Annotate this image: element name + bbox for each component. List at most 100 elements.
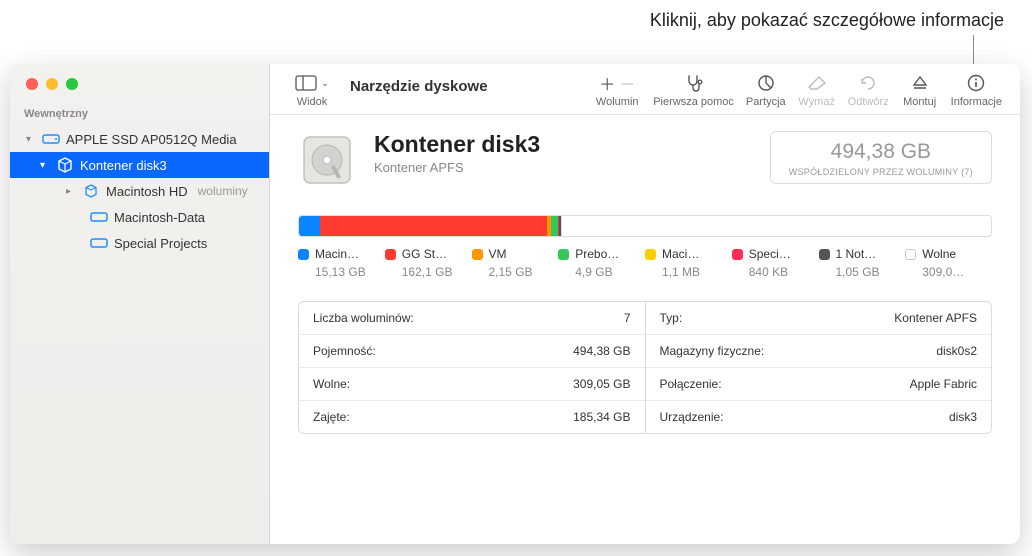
eraser-icon bbox=[807, 72, 827, 94]
toolbar-info[interactable]: Informacje bbox=[945, 72, 1008, 108]
sidebar-item-volume-data[interactable]: Macintosh-Data bbox=[10, 204, 269, 230]
toolbar-label: Wolumin bbox=[596, 96, 639, 108]
toolbar-firstaid[interactable]: Pierwsza pomoc bbox=[647, 72, 740, 108]
sidebar-item-volume-group[interactable]: ▸ Macintosh HD woluminy bbox=[10, 178, 269, 204]
usage-segment bbox=[320, 216, 547, 236]
sidebar: Wewnętrzny ▾ APPLE SSD AP0512Q Media ▾ K… bbox=[10, 64, 270, 544]
legend-item: Maci… 1,1 MB bbox=[645, 247, 732, 279]
restore-icon bbox=[859, 72, 877, 94]
sidebar-item-volume-special[interactable]: Special Projects bbox=[10, 230, 269, 256]
legend-size: 840 KB bbox=[749, 265, 811, 279]
legend-size: 309,0… bbox=[922, 265, 984, 279]
legend-size: 162,1 GB bbox=[402, 265, 464, 279]
chevron-down-icon[interactable]: ▾ bbox=[26, 134, 36, 145]
info-row: Magazyny fizyczne: disk0s2 bbox=[646, 334, 992, 367]
app-title: Narzędzie dyskowe bbox=[342, 72, 504, 95]
main-pane: ⌄ Widok Narzędzie dyskowe ＋－ Wolumin Pie… bbox=[270, 64, 1020, 544]
size-shared-label: WSPÓŁDZIELONY PRZEZ WOLUMINY (7) bbox=[789, 167, 973, 177]
sidebar-item-label: Macintosh-Data bbox=[114, 210, 205, 225]
volume-icon bbox=[90, 235, 108, 251]
info-icon bbox=[967, 72, 985, 94]
app-window: Wewnętrzny ▾ APPLE SSD AP0512Q Media ▾ K… bbox=[10, 64, 1020, 544]
legend-swatch bbox=[472, 249, 483, 260]
usage-segment bbox=[299, 216, 320, 236]
legend-size: 2,15 GB bbox=[489, 265, 551, 279]
info-row: Liczba woluminów: 7 bbox=[299, 302, 645, 334]
info-value: Kontener APFS bbox=[894, 311, 977, 325]
fullscreen-button[interactable] bbox=[66, 78, 78, 90]
legend-swatch bbox=[819, 249, 830, 260]
toolbar-label: Odtwórz bbox=[848, 96, 889, 108]
sidebar-toggle-icon: ⌄ bbox=[295, 72, 329, 94]
toolbar-restore: Odtwórz bbox=[842, 72, 895, 108]
legend-size: 1,1 MB bbox=[662, 265, 724, 279]
legend-swatch bbox=[732, 249, 743, 260]
size-value: 494,38 GB bbox=[789, 140, 973, 164]
disk-subtitle: Kontener APFS bbox=[374, 160, 540, 175]
info-col-left: Liczba woluminów:7Pojemność:494,38 GBWol… bbox=[299, 302, 646, 433]
info-key: Typ: bbox=[660, 311, 683, 325]
info-value: 494,38 GB bbox=[573, 344, 630, 358]
external-disk-icon bbox=[42, 131, 60, 147]
disk-title-block: Kontener disk3 Kontener APFS bbox=[374, 131, 540, 175]
info-value: disk0s2 bbox=[936, 344, 977, 358]
disk-header: Kontener disk3 Kontener APFS 494,38 GB W… bbox=[298, 131, 992, 189]
eject-icon bbox=[912, 72, 928, 94]
toolbar-volume[interactable]: ＋－ Wolumin bbox=[587, 72, 647, 108]
legend-name: Macin… bbox=[315, 247, 359, 261]
legend-size: 15,13 GB bbox=[315, 265, 377, 279]
toolbar-label: Widok bbox=[297, 96, 328, 108]
chevron-right-icon[interactable]: ▸ bbox=[66, 186, 76, 197]
callout-text: Kliknij, aby pokazać szczegółowe informa… bbox=[650, 10, 1004, 31]
info-col-right: Typ: Kontener APFS Magazyny fizyczne: disk0… bbox=[646, 302, 992, 433]
sidebar-item-container[interactable]: ▾ Kontener disk3 bbox=[10, 152, 269, 178]
info-key: Magazyny fizyczne: bbox=[660, 344, 765, 358]
callout-line bbox=[973, 35, 974, 65]
stethoscope-icon bbox=[684, 72, 704, 94]
info-value: Apple Fabric bbox=[910, 377, 977, 391]
legend-size: 4,9 GB bbox=[575, 265, 637, 279]
toolbar-view[interactable]: ⌄ Widok bbox=[282, 72, 342, 108]
toolbar-mount[interactable]: Montuj bbox=[895, 72, 945, 108]
window-controls bbox=[10, 64, 269, 104]
toolbar-erase: Wymaż bbox=[792, 72, 842, 108]
legend-name: Maci… bbox=[662, 247, 699, 261]
content-area: Kontener disk3 Kontener APFS 494,38 GB W… bbox=[270, 115, 1020, 544]
legend-item: Macin… 15,13 GB bbox=[298, 247, 385, 279]
sidebar-section-label: Wewnętrzny bbox=[10, 104, 269, 126]
legend-item: GG St… 162,1 GB bbox=[385, 247, 472, 279]
sidebar-item-label: Kontener disk3 bbox=[80, 158, 167, 173]
info-row: Wolne:309,05 GB bbox=[299, 367, 645, 400]
legend-name: Prebo… bbox=[575, 247, 619, 261]
toolbar-label: Pierwsza pomoc bbox=[653, 96, 734, 108]
size-box: 494,38 GB WSPÓŁDZIELONY PRZEZ WOLUMINY (… bbox=[770, 131, 992, 184]
legend-name: 1 Not… bbox=[836, 247, 877, 261]
toolbar-label: Montuj bbox=[903, 96, 936, 108]
toolbar-partition[interactable]: Partycja bbox=[740, 72, 792, 108]
sidebar-item-suffix: woluminy bbox=[198, 184, 248, 198]
legend-size: 1,05 GB bbox=[836, 265, 898, 279]
usage-bar bbox=[298, 215, 992, 237]
info-value: 7 bbox=[624, 311, 631, 325]
sidebar-item-physical-disk[interactable]: ▾ APPLE SSD AP0512Q Media bbox=[10, 126, 269, 152]
info-row: Urządzenie: disk3 bbox=[646, 400, 992, 433]
legend-name: GG St… bbox=[402, 247, 447, 261]
legend-name: Speci… bbox=[749, 247, 791, 261]
info-key: Wolne: bbox=[313, 377, 350, 391]
info-key: Liczba woluminów: bbox=[313, 311, 414, 325]
info-value: disk3 bbox=[949, 410, 977, 424]
container-icon bbox=[56, 157, 74, 173]
chevron-down-icon[interactable]: ▾ bbox=[40, 160, 50, 171]
info-key: Urządzenie: bbox=[660, 410, 724, 424]
info-row: Typ: Kontener APFS bbox=[646, 302, 992, 334]
legend-swatch bbox=[645, 249, 656, 260]
legend-name: VM bbox=[489, 247, 507, 261]
legend-item: VM 2,15 GB bbox=[472, 247, 559, 279]
legend-name: Wolne bbox=[922, 247, 956, 261]
close-button[interactable] bbox=[26, 78, 38, 90]
sidebar-item-label: Macintosh HD bbox=[106, 184, 188, 199]
usage-segment bbox=[551, 216, 558, 236]
usage-legend: Macin… 15,13 GB GG St… 162,1 GB VM 2,15 GB Pre… bbox=[298, 247, 992, 279]
chevron-down-icon: ⌄ bbox=[321, 78, 329, 89]
minimize-button[interactable] bbox=[46, 78, 58, 90]
